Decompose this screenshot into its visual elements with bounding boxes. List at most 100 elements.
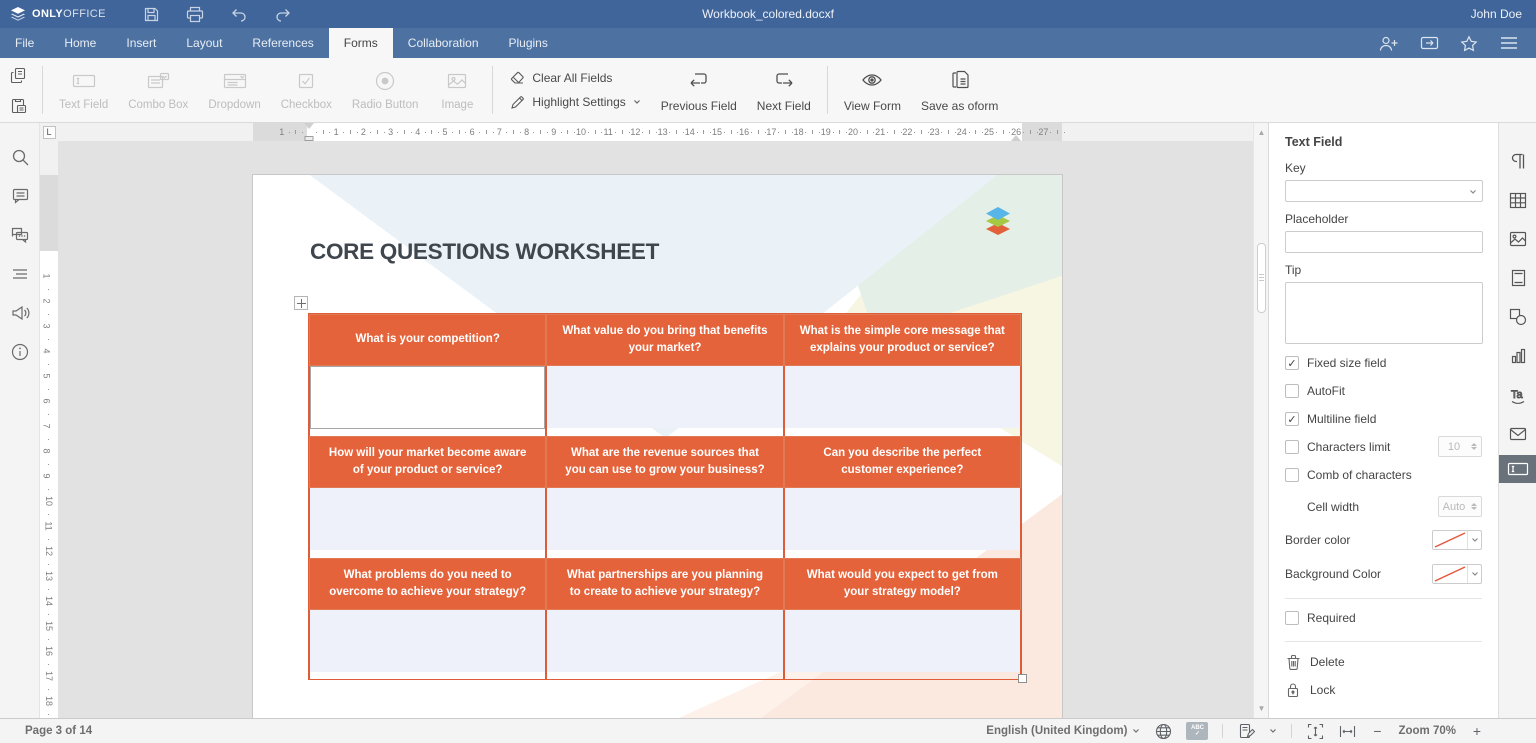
fit-width-button[interactable] xyxy=(1338,722,1356,740)
shape-settings-button[interactable] xyxy=(1499,303,1536,331)
set-language-globe-button[interactable] xyxy=(1154,722,1172,740)
tab-home[interactable]: Home xyxy=(49,28,111,58)
comments-icon[interactable] xyxy=(10,186,30,206)
horizontal-ruler[interactable]: 1123456789101112131415161718192021222324… xyxy=(58,123,1253,141)
answer-field-cell[interactable] xyxy=(546,610,783,679)
required-checkbox[interactable] xyxy=(1285,611,1299,625)
fixed-size-field-checkbox[interactable]: ✓ xyxy=(1285,356,1299,370)
answer-field-cell[interactable] xyxy=(309,610,546,679)
border-color-picker[interactable] xyxy=(1432,530,1482,550)
placeholder-input[interactable] xyxy=(1285,231,1483,253)
form-settings-button[interactable] xyxy=(1499,455,1536,483)
previous-field-button[interactable]: Previous Field xyxy=(651,58,747,122)
page-indicator[interactable]: Page 3 of 14 xyxy=(0,725,92,737)
save-button[interactable] xyxy=(142,5,160,23)
text-form-field[interactable] xyxy=(547,610,782,672)
first-line-indent-marker[interactable] xyxy=(304,123,314,129)
chevron-down-icon[interactable] xyxy=(1269,727,1277,735)
view-form-button[interactable]: View Form xyxy=(834,58,911,122)
text-form-field[interactable] xyxy=(547,366,782,428)
tab-forms[interactable]: Forms xyxy=(329,28,393,58)
question-header-cell[interactable]: What value do you bring that benefits yo… xyxy=(546,314,783,366)
multiline-field-checkbox[interactable]: ✓ xyxy=(1285,412,1299,426)
highlight-settings-button[interactable]: Highlight Settings xyxy=(509,94,640,110)
table-settings-button[interactable] xyxy=(1499,186,1536,214)
save-copy-button[interactable] xyxy=(1414,31,1444,55)
worksheet-title[interactable]: CORE QUESTIONS WORKSHEET xyxy=(310,239,659,265)
text-form-field[interactable] xyxy=(785,366,1020,428)
textart-settings-button[interactable]: Ta xyxy=(1499,381,1536,409)
feedback-icon[interactable] xyxy=(10,303,30,323)
question-header-cell[interactable]: What would you expect to get from your s… xyxy=(784,558,1021,610)
table-resize-handle[interactable] xyxy=(1018,674,1027,683)
save-as-oform-button[interactable]: Save as oform xyxy=(911,58,1008,122)
questions-table[interactable]: What is your competition?What value do y… xyxy=(308,313,1022,680)
answer-field-cell[interactable] xyxy=(546,488,783,558)
text-form-field[interactable] xyxy=(785,610,1020,672)
text-form-field[interactable] xyxy=(310,488,545,550)
question-header-cell[interactable]: What problems do you need to overcome to… xyxy=(309,558,546,610)
tab-collaboration[interactable]: Collaboration xyxy=(393,28,494,58)
mailmerge-settings-button[interactable] xyxy=(1499,420,1536,448)
paste-button[interactable] xyxy=(8,95,28,115)
question-header-cell[interactable]: How will your market become aware of you… xyxy=(309,436,546,488)
page-settings-button[interactable] xyxy=(1499,264,1536,292)
autofit-checkbox[interactable] xyxy=(1285,384,1299,398)
answer-field-cell[interactable] xyxy=(784,610,1021,679)
track-changes-button[interactable] xyxy=(1237,722,1255,740)
vertical-scrollbar[interactable]: ▲ ▼ xyxy=(1253,123,1268,718)
question-header-cell[interactable]: What is the simple core message that exp… xyxy=(784,314,1021,366)
copy-button[interactable] xyxy=(8,65,28,85)
clear-all-fields-button[interactable]: Clear All Fields xyxy=(509,70,640,86)
add-user-button[interactable] xyxy=(1374,31,1404,55)
text-form-field[interactable] xyxy=(310,366,545,429)
next-field-button[interactable]: Next Field xyxy=(747,58,821,122)
zoom-out-button[interactable]: − xyxy=(1370,723,1384,739)
tab-stop-selector[interactable]: L xyxy=(43,126,56,139)
print-button[interactable] xyxy=(186,5,204,23)
spell-check-button[interactable]: ABC✓ xyxy=(1186,722,1208,740)
vertical-ruler[interactable]: 123456789101112131415161718 xyxy=(40,141,58,718)
characters-limit-checkbox[interactable] xyxy=(1285,440,1299,454)
tab-plugins[interactable]: Plugins xyxy=(494,28,563,58)
answer-field-cell[interactable] xyxy=(784,366,1021,436)
scroll-down-arrow[interactable]: ▼ xyxy=(1256,703,1267,714)
background-color-picker[interactable] xyxy=(1432,564,1482,584)
answer-field-cell[interactable] xyxy=(309,488,546,558)
about-icon[interactable] xyxy=(10,342,30,362)
tab-layout[interactable]: Layout xyxy=(171,28,237,58)
delete-button[interactable]: Delete xyxy=(1285,654,1482,670)
tip-textarea[interactable] xyxy=(1285,282,1483,344)
tab-file[interactable]: File xyxy=(0,28,49,58)
headings-icon[interactable] xyxy=(10,264,30,284)
scrollbar-thumb[interactable] xyxy=(1257,243,1266,313)
search-icon[interactable] xyxy=(10,147,30,167)
menu-button[interactable] xyxy=(1494,31,1524,55)
chart-settings-button[interactable] xyxy=(1499,342,1536,370)
zoom-in-button[interactable]: + xyxy=(1470,723,1484,739)
question-header-cell[interactable]: Can you describe the perfect customer ex… xyxy=(784,436,1021,488)
text-form-field[interactable] xyxy=(547,488,782,550)
document-page[interactable]: CORE QUESTIONS WORKSHEET What is your co… xyxy=(253,175,1062,718)
answer-field-cell[interactable] xyxy=(309,366,546,436)
key-combobox[interactable] xyxy=(1285,180,1483,202)
undo-button[interactable] xyxy=(230,5,248,23)
text-form-field[interactable] xyxy=(310,610,545,672)
language-selector[interactable]: English (United Kingdom) xyxy=(986,725,1140,737)
image-settings-button[interactable] xyxy=(1499,225,1536,253)
cell-width-spinner[interactable]: Auto xyxy=(1438,496,1482,517)
text-form-field[interactable] xyxy=(785,488,1020,550)
comb-of-characters-checkbox[interactable] xyxy=(1285,468,1299,482)
redo-button[interactable] xyxy=(274,5,292,23)
user-name[interactable]: John Doe xyxy=(1471,7,1536,21)
question-header-cell[interactable]: What are the revenue sources that you ca… xyxy=(546,436,783,488)
lock-button[interactable]: Lock xyxy=(1285,682,1482,698)
chat-icon[interactable] xyxy=(10,225,30,245)
fit-page-button[interactable] xyxy=(1306,722,1324,740)
answer-field-cell[interactable] xyxy=(784,488,1021,558)
paragraph-settings-button[interactable] xyxy=(1499,147,1536,175)
tab-insert[interactable]: Insert xyxy=(111,28,171,58)
favorite-button[interactable] xyxy=(1454,31,1484,55)
question-header-cell[interactable]: What partnerships are you planning to cr… xyxy=(546,558,783,610)
question-header-cell[interactable]: What is your competition? xyxy=(309,314,546,366)
